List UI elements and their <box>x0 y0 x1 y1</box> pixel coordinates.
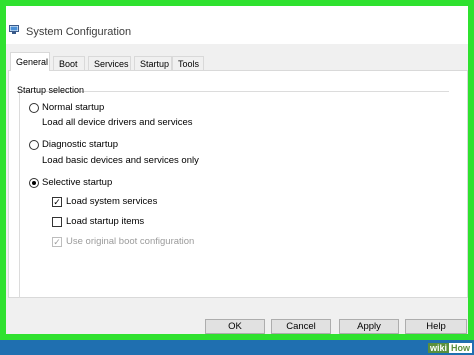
title-bar: System Configuration <box>6 6 468 44</box>
dialog-button-bar: OK Cancel Apply Help <box>6 298 468 334</box>
help-button[interactable]: Help <box>405 319 467 334</box>
load-startup-items-label[interactable]: Load startup items <box>66 216 144 227</box>
tab-startup[interactable]: Startup <box>134 56 172 70</box>
tab-boot[interactable]: Boot <box>53 56 85 70</box>
watermark-how-text: How <box>449 343 472 353</box>
normal-startup-description: Load all device drivers and services <box>42 117 193 128</box>
tab-general[interactable]: General <box>10 52 50 71</box>
cancel-button[interactable]: Cancel <box>271 319 331 334</box>
load-startup-items-checkbox[interactable] <box>52 217 62 227</box>
diagnostic-startup-radio[interactable] <box>29 140 39 150</box>
diagnostic-startup-label[interactable]: Diagnostic startup <box>42 139 118 150</box>
checkmark-icon: ✓ <box>53 197 61 207</box>
wikihow-watermark: wiki How <box>427 342 472 354</box>
use-original-boot-config-label: Use original boot configuration <box>66 236 195 247</box>
radio-selected-dot <box>32 181 36 185</box>
selective-startup-radio[interactable] <box>29 178 39 188</box>
apply-button[interactable]: Apply <box>339 319 399 334</box>
checkmark-icon: ✓ <box>53 237 61 247</box>
selective-startup-label[interactable]: Selective startup <box>42 177 112 188</box>
load-system-services-label[interactable]: Load system services <box>66 196 157 207</box>
msconfig-app-icon <box>9 25 19 34</box>
load-system-services-checkbox[interactable]: ✓ <box>52 197 62 207</box>
diagnostic-startup-description: Load basic devices and services only <box>42 155 199 166</box>
dialog-highlight-frame: System Configuration General Boot Servic… <box>0 0 474 340</box>
general-tab-panel: Startup selection Normal startup Load al… <box>8 70 468 303</box>
watermark-wiki-text: wiki <box>427 343 449 353</box>
tab-services[interactable]: Services <box>88 56 131 70</box>
use-original-boot-config-checkbox: ✓ <box>52 237 62 247</box>
window-title: System Configuration <box>26 26 132 38</box>
startup-selection-label: Startup selection <box>17 85 85 95</box>
ok-button[interactable]: OK <box>205 319 265 334</box>
tab-strip: General Boot Services Startup Tools <box>8 51 468 71</box>
normal-startup-radio[interactable] <box>29 103 39 113</box>
normal-startup-label[interactable]: Normal startup <box>42 102 104 113</box>
tab-tools[interactable]: Tools <box>172 56 204 70</box>
